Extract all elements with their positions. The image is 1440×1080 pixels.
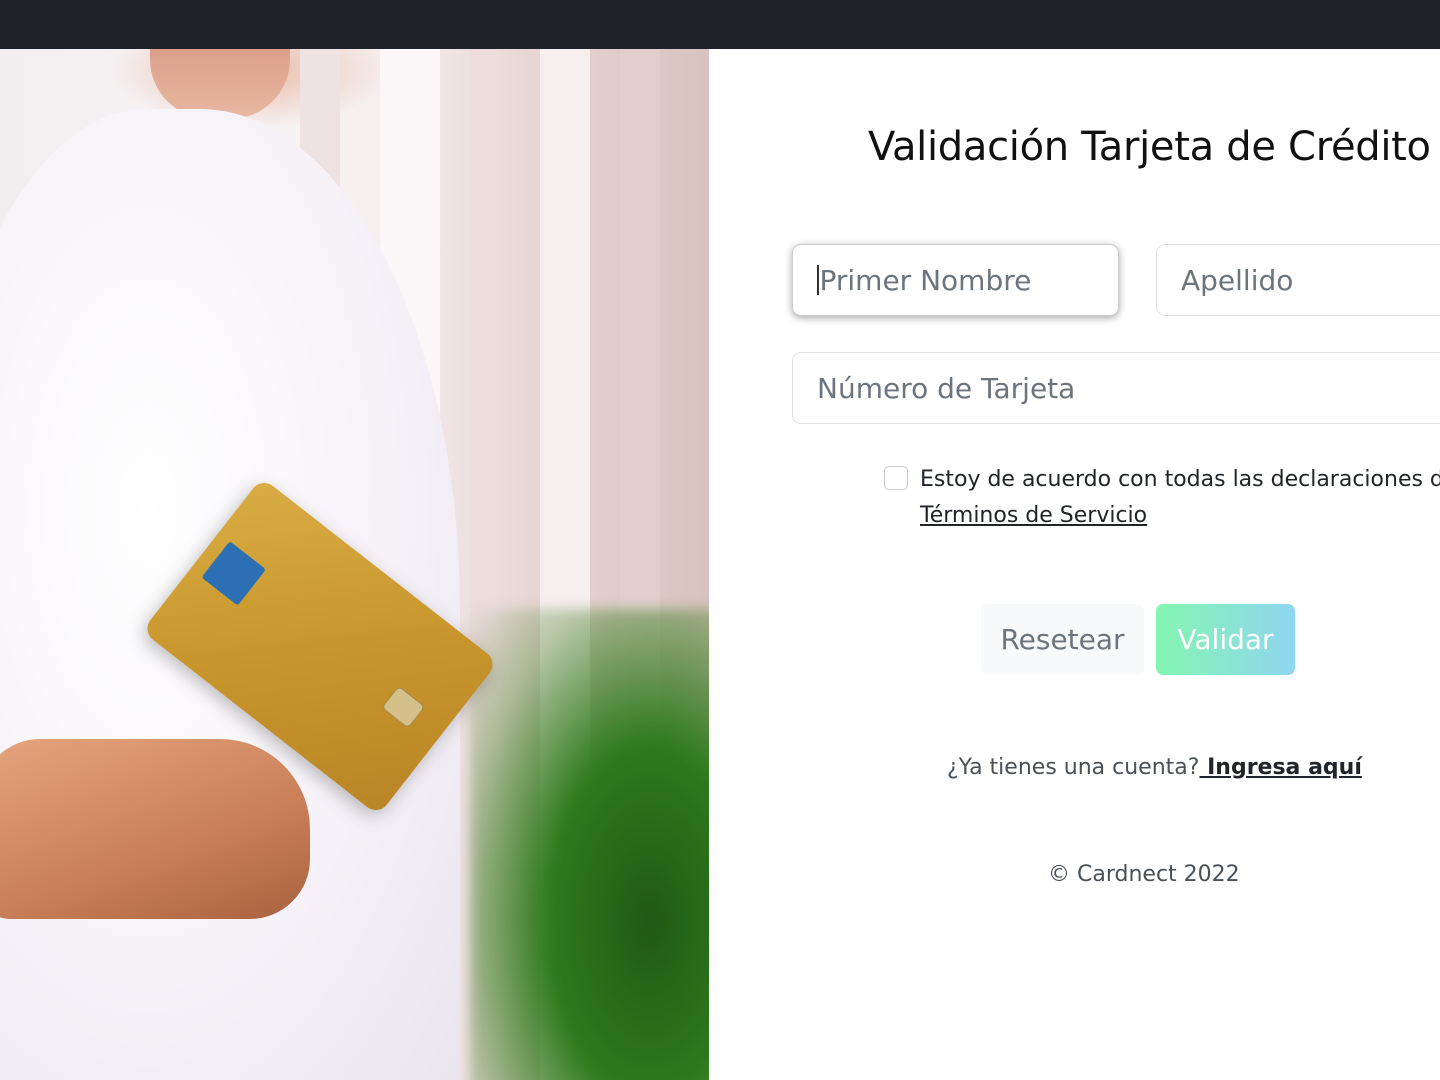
reset-button[interactable]: Resetear — [981, 604, 1144, 675]
hand-detail — [0, 739, 310, 919]
person-holding-credit-card-photo — [0, 49, 709, 1080]
validate-button[interactable]: Validar — [1156, 604, 1295, 675]
card-number-input[interactable]: Número de Tarjeta — [792, 352, 1440, 424]
terms-of-service-link[interactable]: Términos de Servicio — [920, 501, 1147, 531]
first-name-input[interactable]: Primer Nombre — [792, 244, 1119, 316]
text-caret — [817, 265, 819, 295]
terms-checkbox[interactable] — [884, 466, 908, 490]
last-name-placeholder: Apellido — [1181, 263, 1294, 297]
amex-logo-icon — [201, 541, 267, 606]
page-title: Validación Tarjeta de Crédito — [868, 124, 1431, 170]
form-panel — [709, 49, 1440, 1080]
plant-blur — [470, 609, 709, 1080]
account-prompt-text: ¿Ya tienes una cuenta? — [947, 755, 1200, 780]
login-link[interactable]: Ingresa aquí — [1199, 755, 1362, 780]
footer-copyright: © Cardnect 2022 — [1048, 862, 1240, 887]
card-chip-icon — [381, 685, 426, 729]
card-number-placeholder: Número de Tarjeta — [817, 371, 1076, 405]
account-prompt: ¿Ya tienes una cuenta? Ingresa aquí — [947, 753, 1362, 783]
last-name-input[interactable]: Apellido — [1156, 244, 1440, 316]
first-name-placeholder: Primer Nombre — [819, 263, 1032, 297]
agreement-text: Estoy de acuerdo con todas las declaraci… — [920, 467, 1440, 492]
top-bar — [0, 0, 1440, 49]
